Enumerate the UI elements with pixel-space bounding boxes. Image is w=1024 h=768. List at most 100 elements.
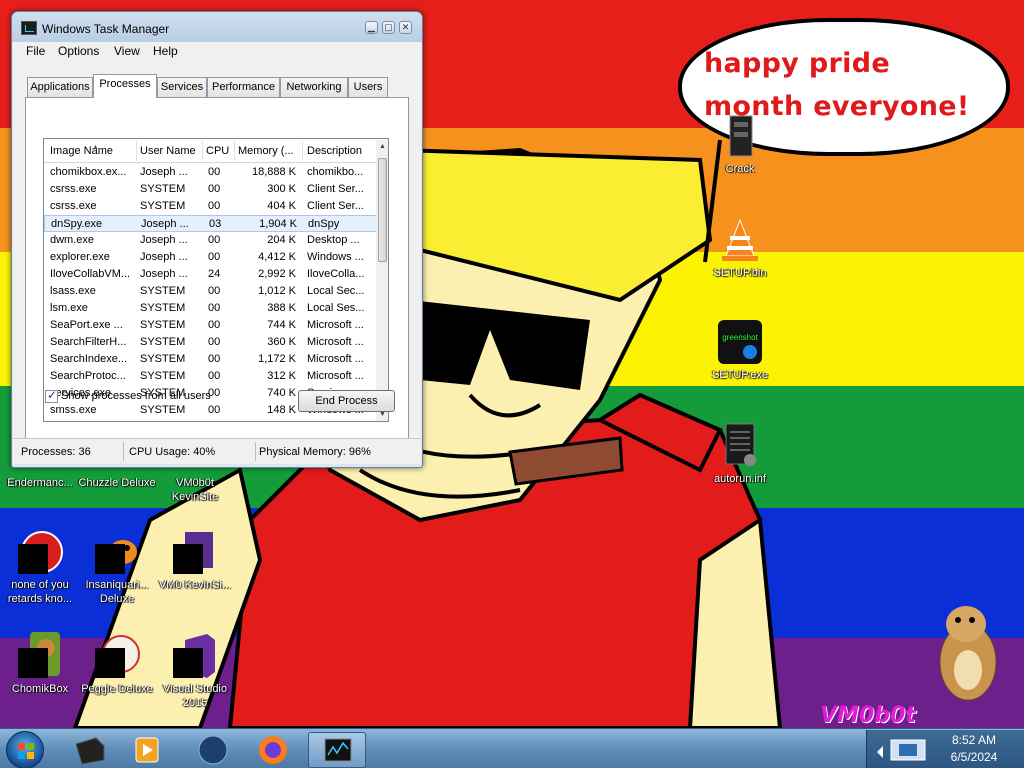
desktop-icon-peggle[interactable]: Peggle Deluxe <box>77 632 157 696</box>
table-row[interactable]: dwm.exe Joseph ... 00 204 K Desktop ... <box>44 232 388 249</box>
end-process-button[interactable]: End Process <box>298 390 395 412</box>
user-name-cell: SYSTEM <box>140 200 186 212</box>
show-all-users-checkbox[interactable] <box>45 388 58 403</box>
cpu-cell: 00 <box>208 166 221 178</box>
visual-studio-icon <box>171 632 219 680</box>
table-row[interactable]: IloveCollabVM... Joseph ... 24 2,992 K Ilove… <box>44 266 388 283</box>
desktop-icon-crack[interactable]: Crack <box>700 112 780 176</box>
title-bar[interactable]: Windows Task Manager ▁ ▢ ✕ <box>12 12 422 42</box>
tab-users[interactable]: Users <box>348 77 388 97</box>
user-name-cell: SYSTEM <box>140 319 186 331</box>
desktop-icon-chuzzle[interactable]: Chuzzle Deluxe <box>77 476 157 490</box>
column-memory[interactable]: Memory (... <box>238 145 302 157</box>
process-list[interactable]: Image Name ▲ User Name CPU Memory (... De… <box>43 138 389 422</box>
red-circle-icon <box>16 528 64 576</box>
taskbar-media-player-button[interactable] <box>122 732 172 768</box>
description-cell: Windows ... <box>307 251 364 263</box>
description-cell: Microsoft ... <box>307 353 364 365</box>
desktop-icon-visual-studio[interactable]: Visual Studio 2015 <box>155 632 235 710</box>
process-rows: chomikbox.ex... Joseph ... 00 18,888 K chomi… <box>44 164 388 419</box>
column-user-name[interactable]: User Name <box>140 145 202 157</box>
desktop-icon-chomikbox[interactable]: ChomikBox <box>0 632 80 696</box>
column-description[interactable]: Description <box>307 145 373 157</box>
signature-text: VM0b0t <box>820 703 916 728</box>
table-row[interactable]: csrss.exe SYSTEM 00 404 K Client Ser... <box>44 198 388 215</box>
cpu-cell: 00 <box>208 200 221 212</box>
table-row[interactable]: lsm.exe SYSTEM 00 388 K Local Ses... <box>44 300 388 317</box>
description-cell: Client Ser... <box>307 200 364 212</box>
process-name-cell: lsm.exe <box>50 302 88 314</box>
table-row[interactable]: SeaPort.exe ... SYSTEM 00 744 K Microsoft ..… <box>44 317 388 334</box>
taskbar-task-manager-button[interactable] <box>308 732 366 768</box>
vertical-scrollbar[interactable]: ▲ ▼ <box>376 140 388 421</box>
process-name-cell: dnSpy.exe <box>51 218 103 230</box>
column-image-name[interactable]: Image Name ▲ <box>50 145 136 157</box>
network-icon[interactable] <box>889 738 929 762</box>
green-app-icon: greenshot <box>716 318 764 366</box>
process-name-cell: explorer.exe <box>50 251 110 263</box>
redaction-box <box>95 544 125 574</box>
scroll-up-icon[interactable]: ▲ <box>376 140 388 154</box>
menu-bar: File Options View Help <box>13 42 421 62</box>
desktop-icon-insaniquarium[interactable]: Insaniquari... Deluxe <box>77 528 157 606</box>
cpu-cell: 00 <box>208 183 221 195</box>
user-name-cell: Joseph ... <box>140 234 188 246</box>
description-cell: Client Ser... <box>307 183 364 195</box>
taskbar-explorer-button[interactable] <box>64 732 114 768</box>
table-row[interactable]: SearchIndexe... SYSTEM 00 1,172 K Microsoft … <box>44 351 388 368</box>
desktop-icon-vm0-kevinsite[interactable]: VM0 KevinSi... <box>155 528 235 592</box>
taskbar-app-button[interactable] <box>188 732 238 768</box>
tab-networking[interactable]: Networking <box>280 77 348 97</box>
desktop-icon-label: none of you retards kno... <box>7 579 73 605</box>
clock-time[interactable]: 8:52 AM <box>950 733 998 747</box>
user-name-cell: Joseph ... <box>141 218 189 230</box>
close-button[interactable]: ✕ <box>399 21 412 34</box>
memory-cell: 148 K <box>267 404 296 416</box>
column-cpu[interactable]: CPU <box>206 145 234 157</box>
taskbar-firefox-button[interactable] <box>248 732 298 768</box>
memory-cell: 744 K <box>267 319 296 331</box>
desktop-icon-setup-bin[interactable]: SETUP.bin <box>700 216 780 280</box>
tab-applications[interactable]: Applications <box>27 77 93 97</box>
clock-date[interactable]: 6/5/2024 <box>945 750 1003 764</box>
tab-processes[interactable]: Processes <box>93 74 157 98</box>
menu-options[interactable]: Options <box>58 44 99 58</box>
tab-performance[interactable]: Performance <box>207 77 280 97</box>
desktop-icon-vm0b0t-kevinsite[interactable]: VM0b0t KevinSite <box>155 476 235 504</box>
memory-cell: 4,412 K <box>258 251 296 263</box>
memory-cell: 312 K <box>267 370 296 382</box>
table-row[interactable]: SearchFilterH... SYSTEM 00 360 K Microsoft .… <box>44 334 388 351</box>
description-cell: IloveColla... <box>307 268 365 280</box>
cpu-cell: 00 <box>208 285 221 297</box>
desktop-icon-label: ChomikBox <box>11 683 69 695</box>
table-row[interactable]: chomikbox.ex... Joseph ... 00 18,888 K chomi… <box>44 164 388 181</box>
menu-view[interactable]: View <box>114 44 140 58</box>
menu-file[interactable]: File <box>26 44 45 58</box>
table-row[interactable]: lsass.exe SYSTEM 00 1,012 K Local Sec... <box>44 283 388 300</box>
user-name-cell: SYSTEM <box>140 353 186 365</box>
desktop-icon-setup-exe[interactable]: greenshot SETUP.exe <box>700 318 780 382</box>
desktop-icon-autorun[interactable]: autorun.inf <box>700 422 780 486</box>
task-manager-icon <box>21 21 37 35</box>
table-row[interactable]: explorer.exe Joseph ... 00 4,412 K Windows .… <box>44 249 388 266</box>
show-hidden-icons-icon[interactable] <box>875 738 885 758</box>
memory-cell: 1,904 K <box>259 218 297 230</box>
minimize-button[interactable]: ▁ <box>365 21 378 34</box>
table-row[interactable]: SearchProtoc... SYSTEM 00 312 K Microsoft ..… <box>44 368 388 385</box>
task-manager-window[interactable]: Windows Task Manager ▁ ▢ ✕ File Options … <box>11 11 423 468</box>
start-button[interactable] <box>6 731 44 768</box>
maximize-button[interactable]: ▢ <box>382 21 395 34</box>
tab-services[interactable]: Services <box>157 77 207 97</box>
redaction-box <box>173 648 203 678</box>
table-row[interactable]: dnSpy.exe Joseph ... 03 1,904 K dnSpy <box>44 215 388 232</box>
menu-help[interactable]: Help <box>153 44 178 58</box>
scroll-thumb[interactable] <box>378 158 387 262</box>
desktop-icon-none-of-you[interactable]: none of you retards kno... <box>0 528 80 606</box>
desktop-icon-endermanch[interactable]: Endermanc... <box>0 476 80 490</box>
desktop-icon-label: SETUP.exe <box>711 369 769 381</box>
cpu-cell: 00 <box>208 370 221 382</box>
desktop-icon-label: VM0 KevinSi... <box>158 579 232 591</box>
purple-app-icon <box>171 528 219 576</box>
description-cell: chomikbo... <box>307 166 364 178</box>
table-row[interactable]: csrss.exe SYSTEM 00 300 K Client Ser... <box>44 181 388 198</box>
